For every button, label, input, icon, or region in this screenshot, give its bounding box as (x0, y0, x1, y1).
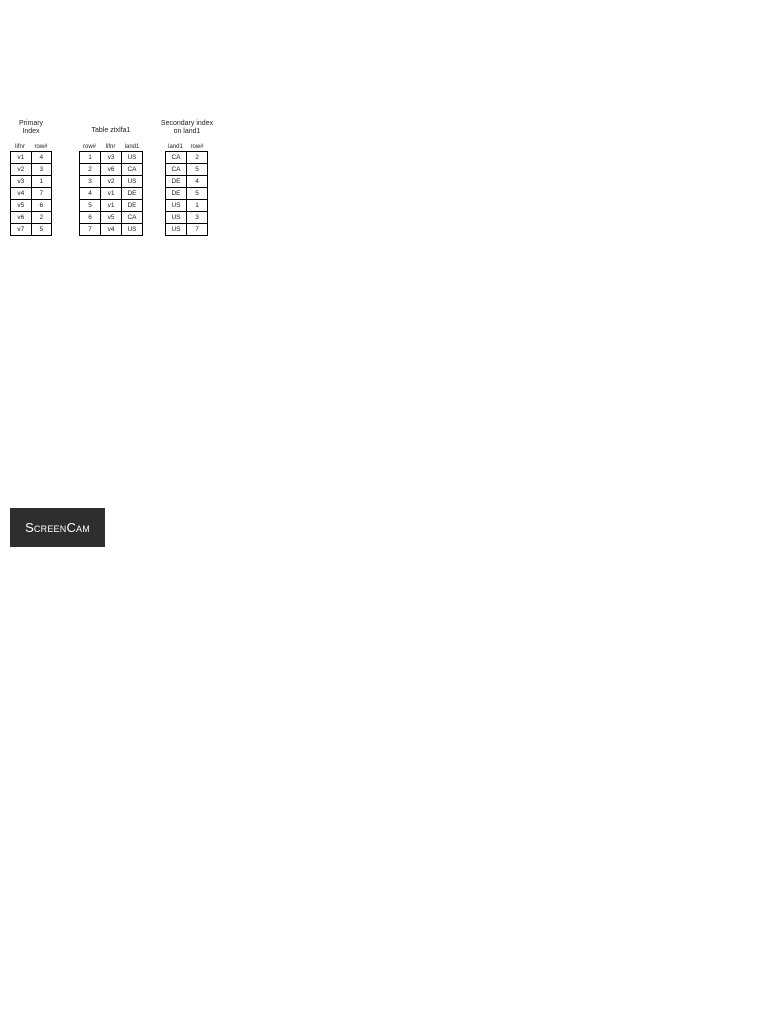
primary-index-cell: v7 (10, 223, 32, 236)
primary-index-row: v7 5 (10, 223, 52, 236)
primary-index-cell: v5 (10, 199, 32, 212)
secondary-index-cell: 7 (186, 223, 208, 236)
primary-index-header-row: row# (34, 144, 48, 150)
table-cell: 1 (79, 151, 101, 164)
secondary-index-cell: 5 (186, 163, 208, 176)
secondary-index-row: US 3 (165, 211, 208, 224)
table-row: 5 v1 DE (79, 199, 143, 212)
primary-index-row: v2 3 (10, 163, 52, 176)
table-cell: 3 (79, 175, 101, 188)
secondary-index-row: US 7 (165, 223, 208, 236)
primary-index-row: v3 1 (10, 175, 52, 188)
table-cell: US (121, 175, 143, 188)
table-cell: 5 (79, 199, 101, 212)
secondary-index-cell: 4 (186, 175, 208, 188)
table-cell: 7 (79, 223, 101, 236)
table-row: 7 v4 US (79, 223, 143, 236)
secondary-index-cell: DE (165, 175, 187, 188)
secondary-index-cell: CA (165, 151, 187, 164)
primary-index-cell: 3 (30, 163, 52, 176)
table-cell: v5 (100, 211, 122, 224)
table-header-row: row# (82, 144, 96, 150)
table-cell: 2 (79, 163, 101, 176)
table-cell: DE (121, 187, 143, 200)
secondary-index-cell: US (165, 211, 187, 224)
table-cell: v6 (100, 163, 122, 176)
table-title: Table ztxlfa1 (91, 127, 131, 134)
primary-index-cell: 7 (30, 187, 52, 200)
table-row: 6 v5 CA (79, 211, 143, 224)
primary-index-cell: v2 (10, 163, 32, 176)
primary-index-cell: 5 (30, 223, 52, 236)
table-cell: v1 (100, 187, 122, 200)
secondary-index-row: CA 2 (165, 151, 208, 164)
primary-index-row: v6 2 (10, 211, 52, 224)
primary-index-row: v5 6 (10, 199, 52, 212)
primary-index-row: v4 7 (10, 187, 52, 200)
secondary-index-table: CA 2 CA 5 DE 4 DE 5 US 1 US 3 US 7 (165, 151, 208, 236)
primary-index-cell: 6 (30, 199, 52, 212)
table-cell: 6 (79, 211, 101, 224)
secondary-index-row: DE 5 (165, 187, 208, 200)
primary-index-cell: 4 (30, 151, 52, 164)
screencam-logo: ScreenCam (10, 508, 105, 547)
primary-index-title: Primary Index (18, 120, 44, 135)
secondary-index-cell: 3 (186, 211, 208, 224)
primary-index-cell: 2 (30, 211, 52, 224)
primary-index-table: v1 4 v2 3 v3 1 v4 7 v5 6 v6 2 v7 5 (10, 151, 52, 236)
secondary-index-header-row: row# (190, 144, 204, 150)
secondary-index-title: Secondary index on land1 (160, 120, 214, 135)
secondary-index-cell: US (165, 199, 187, 212)
secondary-index-cell: 2 (186, 151, 208, 164)
secondary-index-cell: 1 (186, 199, 208, 212)
table-row: 1 v3 US (79, 151, 143, 164)
table-cell: DE (121, 199, 143, 212)
table-cell: 4 (79, 187, 101, 200)
secondary-index-cell: US (165, 223, 187, 236)
secondary-index-row: CA 5 (165, 163, 208, 176)
table-row: 2 v6 CA (79, 163, 143, 176)
primary-index-cell: v4 (10, 187, 32, 200)
main-table: 1 v3 US 2 v6 CA 3 v2 US 4 v1 DE 5 v1 DE 6 v5 CA 7 v4 US (79, 151, 143, 236)
table-cell: US (121, 223, 143, 236)
secondary-index-header-land1: land1 (168, 144, 183, 150)
primary-index-cell: v3 (10, 175, 32, 188)
primary-index-cell: v6 (10, 211, 32, 224)
table-header-land1: land1 (124, 144, 140, 150)
secondary-index-cell: CA (165, 163, 187, 176)
table-header-lifnr: lifnr (105, 144, 116, 150)
table-cell: v2 (100, 175, 122, 188)
primary-index-cell: 1 (30, 175, 52, 188)
table-cell: CA (121, 163, 143, 176)
table-cell: v4 (100, 223, 122, 236)
table-cell: CA (121, 211, 143, 224)
secondary-index-row: DE 4 (165, 175, 208, 188)
primary-index-row: v1 4 (10, 151, 52, 164)
table-cell: v1 (100, 199, 122, 212)
primary-index-header-lifnr: lifnr (15, 144, 25, 150)
table-row: 3 v2 US (79, 175, 143, 188)
table-row: 4 v1 DE (79, 187, 143, 200)
secondary-index-cell: DE (165, 187, 187, 200)
table-cell: v3 (100, 151, 122, 164)
secondary-index-cell: 5 (186, 187, 208, 200)
table-cell: US (121, 151, 143, 164)
secondary-index-row: US 1 (165, 199, 208, 212)
primary-index-cell: v1 (10, 151, 32, 164)
